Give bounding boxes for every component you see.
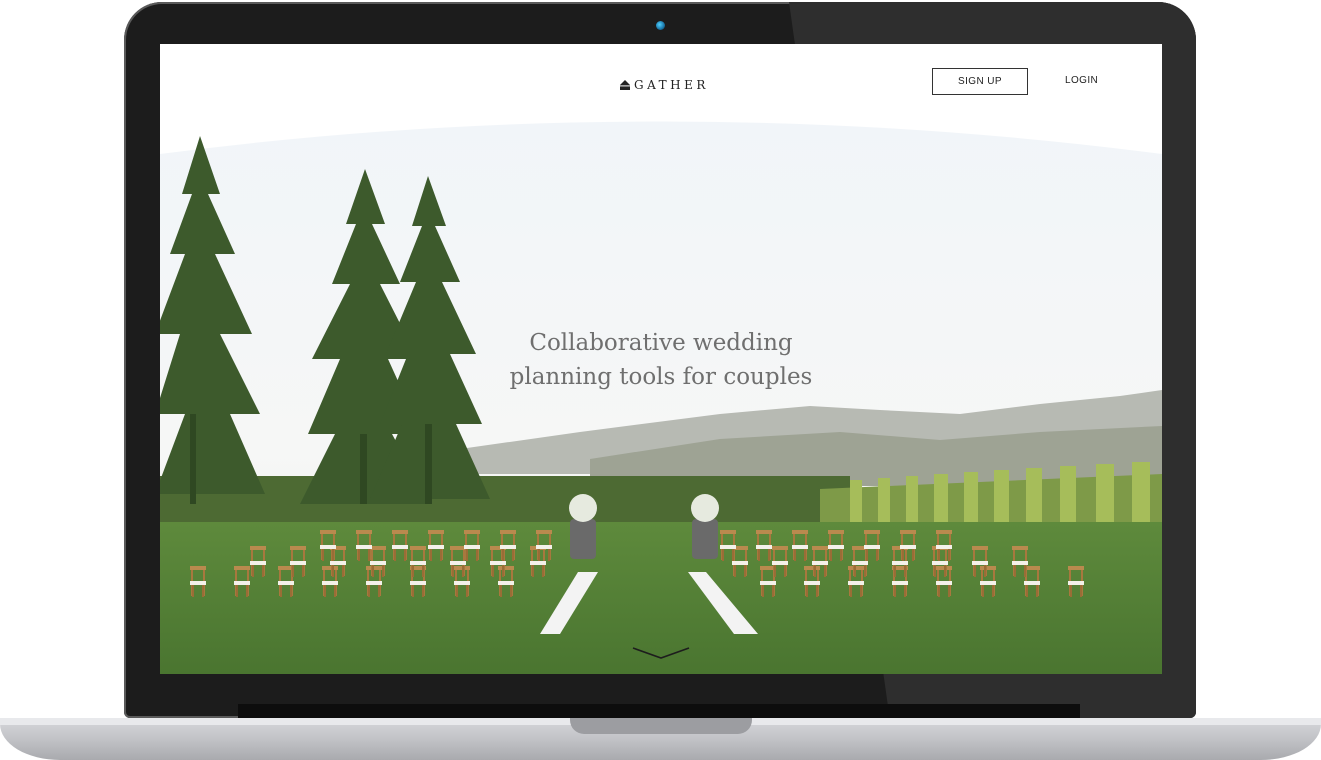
browser-screen: GATHER SIGN UP LOGIN Collaborative weddi… xyxy=(160,44,1162,674)
hero-headline-line-1: Collaborative wedding xyxy=(529,330,793,356)
laptop-notch xyxy=(570,718,752,734)
hero-image xyxy=(160,114,1162,674)
login-link[interactable]: LOGIN xyxy=(1065,75,1098,86)
chevron-down-icon[interactable] xyxy=(631,645,691,661)
hero-headline: Collaborative wedding planning tools for… xyxy=(160,326,1162,394)
hero-headline-line-2: planning tools for couples xyxy=(509,364,813,390)
sign-up-button[interactable]: SIGN UP xyxy=(932,68,1028,95)
top-navbar: GATHER SIGN UP LOGIN xyxy=(160,44,1162,124)
brand-name: GATHER xyxy=(634,78,709,92)
camera-icon xyxy=(656,21,665,30)
brand-logo[interactable]: GATHER xyxy=(620,78,709,92)
house-icon xyxy=(620,80,630,90)
